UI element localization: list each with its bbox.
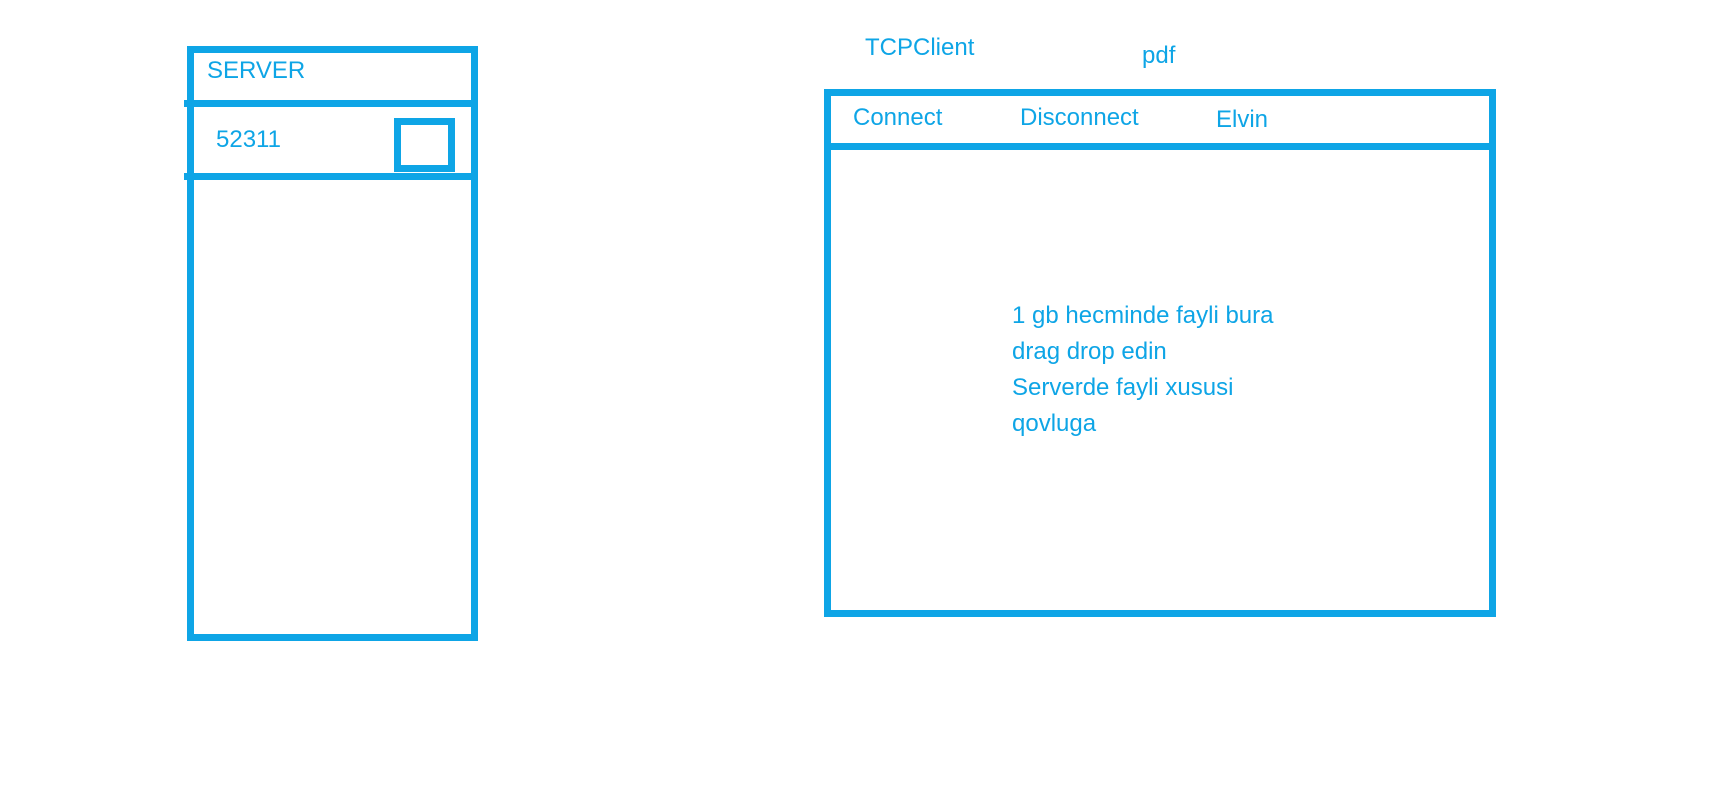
- drop-zone-line: drag drop edin: [1012, 338, 1167, 365]
- client-title: TCPClient: [865, 34, 975, 61]
- drop-zone-line: 1 gb hecminde fayli bura: [1012, 302, 1274, 329]
- drop-zone-instructions: 1 gb hecminde fayli bura drag drop edin …: [1012, 298, 1274, 442]
- drop-zone-line: qovluga: [1012, 410, 1097, 437]
- drop-zone-line: Serverde fayli xususi: [1012, 374, 1234, 401]
- user-name-label: Elvin: [1216, 106, 1269, 133]
- connect-button[interactable]: Connect: [853, 104, 942, 132]
- server-divider-bottom: [184, 173, 478, 180]
- server-divider-top: [184, 100, 478, 107]
- client-toolbar-divider: [824, 143, 1496, 150]
- file-type-label: pdf: [1142, 42, 1176, 69]
- server-log-area: [194, 180, 471, 634]
- disconnect-button[interactable]: Disconnect: [1020, 104, 1139, 132]
- server-start-checkbox[interactable]: [394, 118, 455, 172]
- server-port-field[interactable]: 52311: [216, 126, 281, 154]
- server-title: SERVER: [207, 57, 306, 84]
